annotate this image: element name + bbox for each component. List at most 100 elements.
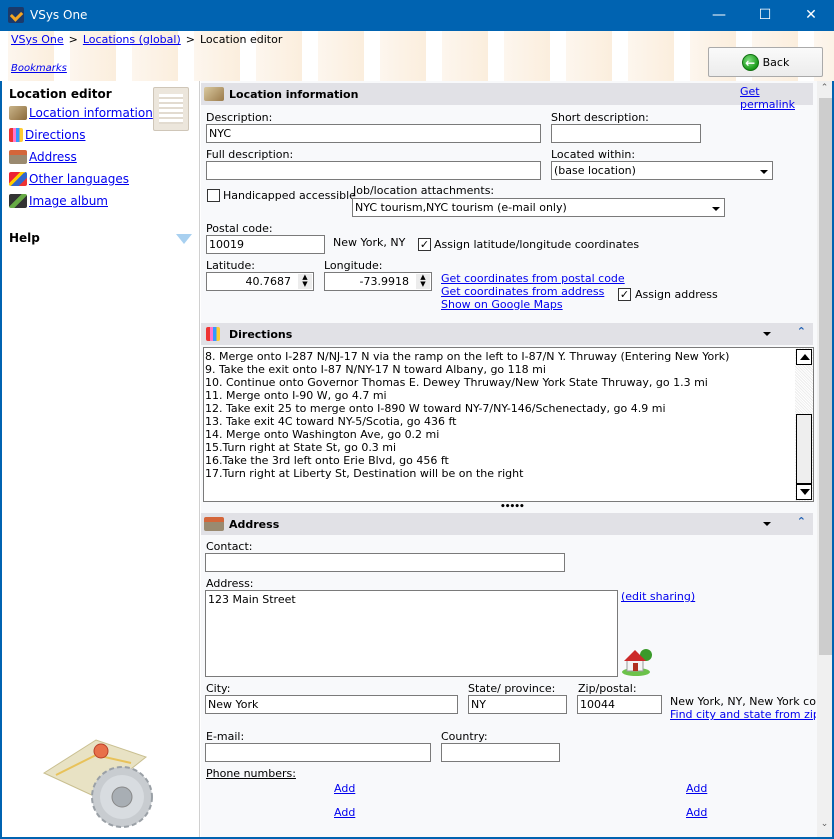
short-description-input[interactable] [551, 124, 701, 143]
scroll-down-icon[interactable] [796, 484, 812, 500]
latitude-value: 40.7687 [245, 275, 292, 288]
assign-address-checkbox[interactable]: ✓ [618, 288, 631, 301]
sidebar-item-label[interactable]: Directions [25, 128, 85, 142]
spinner-arrows-icon[interactable]: ▲ ▼ [298, 274, 312, 289]
house-map-icon-door [633, 663, 638, 671]
located-within-value: (base location) [554, 164, 636, 177]
directions-line: 17.Turn right at Liberty St, Destination… [205, 467, 524, 480]
longitude-value: -73.9918 [359, 275, 409, 288]
flags-icon [9, 172, 27, 186]
show-google-maps-link[interactable]: Show on Google Maps [441, 298, 563, 311]
description-input[interactable]: NYC [206, 124, 541, 143]
sidebar-item-label[interactable]: Location information [29, 106, 153, 120]
coords-from-postal-link[interactable]: Get coordinates from postal code [441, 272, 625, 285]
scroll-thumb[interactable] [819, 98, 832, 655]
section-menu-chevron-icon[interactable] [763, 332, 771, 336]
sidebar-item-location-information[interactable]: Location information [9, 104, 153, 122]
add-phone-link[interactable]: Add [686, 782, 707, 795]
breadcrumb-separator: > [68, 33, 78, 46]
assign-address-label: Assign address [635, 288, 718, 301]
full-description-input[interactable] [206, 161, 541, 180]
address-textarea[interactable]: 123 Main Street [205, 590, 618, 677]
section-title: Directions [229, 328, 293, 341]
maximize-button[interactable]: ☐ [742, 0, 788, 31]
breadcrumb-vsys-one[interactable]: VSys One [11, 33, 64, 46]
latitude-label: Latitude: [206, 259, 255, 272]
postal-code-input[interactable]: 10019 [206, 235, 325, 254]
house-map-icon[interactable] [621, 645, 653, 677]
phone-numbers-label: Phone numbers: [206, 767, 296, 780]
scroll-thumb[interactable] [796, 414, 812, 484]
contact-input[interactable] [205, 553, 565, 572]
bookmarks-link[interactable]: Bookmarks [11, 63, 67, 74]
add-phone-link[interactable]: Add [334, 806, 355, 819]
photo-album-icon [9, 194, 27, 208]
directions-line: 16.Take the 3rd left onto Erie Blvd, go … [205, 454, 449, 467]
main-scrollbar[interactable]: ⌃ ⌄ [817, 81, 834, 839]
add-phone-link[interactable]: Add [686, 806, 707, 819]
scroll-up-icon[interactable]: ⌃ [817, 83, 832, 97]
sidebar-item-image-album[interactable]: Image album [9, 192, 108, 210]
sidebar-item-other-languages[interactable]: Other languages [9, 170, 129, 188]
title-bar: VSys One — ☐ ✕ [0, 0, 834, 31]
directions-line: 13. Take exit 4C toward NY-5/Scotia, go … [205, 415, 457, 428]
handicapped-checkbox[interactable] [207, 189, 220, 202]
breadcrumb-locations[interactable]: Locations (global) [83, 33, 181, 46]
state-input[interactable]: NY [468, 695, 567, 714]
get-permalink-link[interactable]: Get permalink [740, 85, 813, 111]
clipboard-icon [153, 87, 189, 131]
breadcrumb-current: Location editor [199, 33, 283, 46]
zip-input[interactable]: 10044 [577, 695, 662, 714]
located-within-select[interactable]: (base location) [551, 161, 773, 180]
minimize-button[interactable]: — [696, 0, 742, 31]
email-label: E-mail: [206, 730, 245, 743]
section-menu-chevron-icon[interactable] [763, 522, 771, 526]
help-expand-icon[interactable] [176, 234, 192, 244]
sidebar-item-label[interactable]: Image album [29, 194, 108, 208]
find-city-state-link[interactable]: Find city and state from zip/po [670, 708, 816, 721]
add-phone-link[interactable]: Add [334, 782, 355, 795]
longitude-label: Longitude: [324, 259, 383, 272]
edit-sharing-link[interactable]: (edit sharing) [621, 590, 695, 603]
attachments-select[interactable]: NYC tourism,NYC tourism (e-mail only) [352, 198, 725, 217]
longitude-spinner[interactable]: -73.9918 ▲ ▼ [324, 272, 432, 291]
back-arrow-icon: ← [741, 53, 759, 71]
back-button[interactable]: ← Back [708, 47, 823, 77]
latitude-spinner[interactable]: 40.7687 ▲ ▼ [206, 272, 314, 291]
email-input[interactable] [205, 743, 431, 762]
checkmark-icon: ✓ [619, 288, 630, 301]
sidebar-item-label[interactable]: Other languages [29, 172, 129, 186]
directions-line: 14. Merge onto Washington Ave, go 0.2 mi [205, 428, 440, 441]
zip-label: Zip/postal: [578, 682, 637, 695]
directions-scrollbar[interactable] [795, 348, 813, 501]
assign-coordinates-label: Assign latitude/longitude coordinates [434, 238, 640, 251]
contact-label: Contact: [206, 540, 253, 553]
chevron-down-icon [757, 165, 769, 177]
close-button[interactable]: ✕ [788, 0, 834, 31]
sidebar-item-address[interactable]: Address [9, 148, 77, 166]
attachments-label: Job/location attachments: [353, 184, 495, 197]
collapse-section-icon[interactable]: ⌃ [797, 325, 806, 338]
back-button-label: Back [762, 55, 790, 69]
directions-textarea[interactable]: 8. Merge onto I-287 N/NJ-17 N via the ra… [203, 347, 814, 502]
scroll-up-icon[interactable] [796, 349, 812, 365]
postal-city-text: New York, NY [333, 236, 406, 249]
resize-grip-icon[interactable]: ••••• [500, 503, 525, 512]
gear-hole [111, 786, 133, 808]
coords-from-address-link[interactable]: Get coordinates from address [441, 285, 604, 298]
assign-coordinates-checkbox[interactable]: ✓ [418, 238, 431, 251]
spinner-arrows-icon[interactable]: ▲ ▼ [416, 274, 430, 289]
full-description-label: Full description: [206, 148, 294, 161]
postal-code-label: Postal code: [206, 222, 273, 235]
collapse-section-icon[interactable]: ⌃ [797, 515, 806, 528]
location-pin-icon [9, 106, 27, 120]
checkmark-icon: ✓ [419, 238, 430, 251]
close-icon: ✕ [805, 7, 817, 23]
country-input[interactable] [441, 743, 560, 762]
scroll-down-icon[interactable]: ⌄ [817, 819, 832, 833]
sidebar-item-directions[interactable]: Directions [9, 126, 85, 144]
state-label: State/ province: [468, 682, 556, 695]
city-input[interactable]: New York [205, 695, 458, 714]
section-title: Location information [229, 88, 359, 101]
sidebar-item-label[interactable]: Address [29, 150, 77, 164]
